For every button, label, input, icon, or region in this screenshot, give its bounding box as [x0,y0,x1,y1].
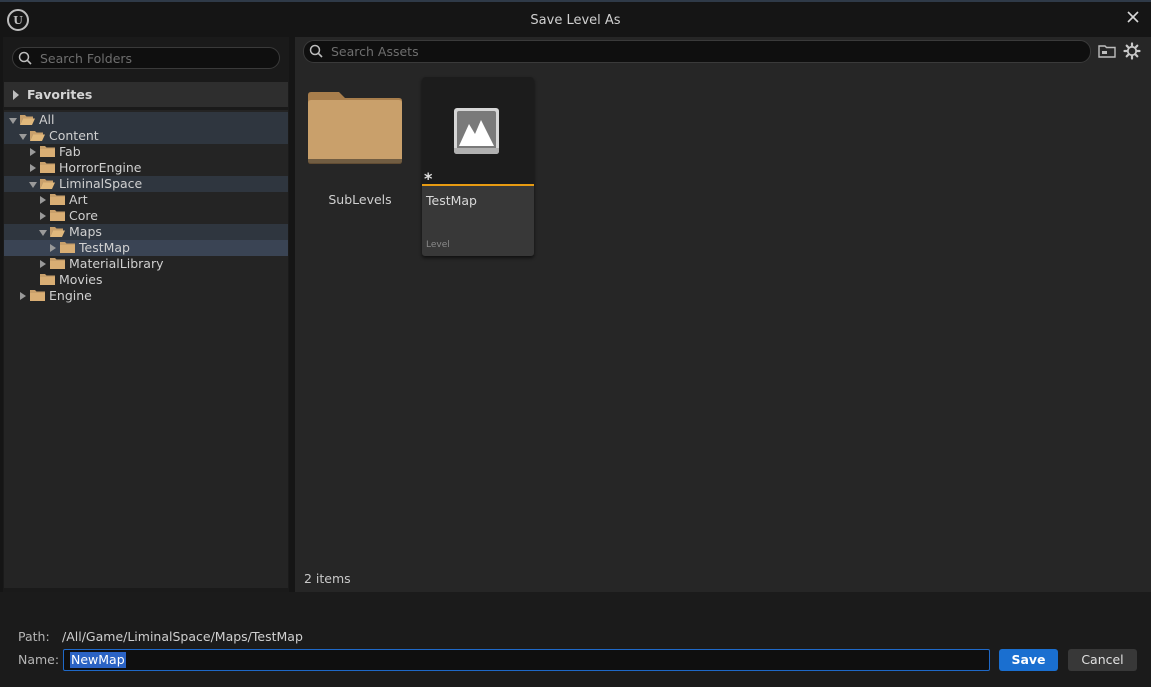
tree-item-art[interactable]: Art [4,192,288,208]
chevron-right-icon[interactable] [30,164,36,172]
chevron-down-icon[interactable] [39,230,47,236]
tree-item-materiallibrary[interactable]: MaterialLibrary [4,256,288,272]
search-assets-placeholder: Search Assets [331,44,419,59]
folder-icon [50,258,65,269]
tree-item-label: All [39,112,55,127]
tree-item-liminalspace[interactable]: LiminalSpace [4,176,288,192]
folder-view-icon[interactable] [1098,43,1116,59]
search-folders-input[interactable]: Search Folders [12,47,280,69]
tree-item-horrorengine[interactable]: HorrorEngine [4,160,288,176]
tree-item-engine[interactable]: Engine [4,288,288,304]
name-label: Name: [18,652,60,667]
cancel-button[interactable]: Cancel [1068,649,1137,671]
tree-item-testmap[interactable]: TestMap [4,240,288,256]
folder-icon [50,194,65,205]
asset-panel: Search Assets SubLevels * TestMap Level … [295,37,1151,592]
chevron-right-icon[interactable] [40,212,46,220]
close-icon[interactable] [1124,8,1142,26]
title-bar: U Save Level As [0,2,1151,35]
path-value: /All/Game/LiminalSpace/Maps/TestMap [62,629,303,644]
chevron-right-icon[interactable] [13,90,19,100]
save-footer: Path: /All/Game/LiminalSpace/Maps/TestMa… [0,592,1151,687]
tree-item-fab[interactable]: Fab [4,144,288,160]
folder-icon [30,290,45,301]
chevron-right-icon[interactable] [40,260,46,268]
window-title: Save Level As [530,13,621,28]
tree-item-label: HorrorEngine [59,160,142,175]
folder-open-icon [30,131,45,141]
folder-tree: All Content Fab HorrorEngine LiminalSpac… [4,110,288,588]
folder-icon [40,146,55,157]
folder-icon [50,210,65,221]
search-folders-placeholder: Search Folders [40,51,133,66]
asset-type-color-bar [422,184,534,186]
tree-item-label: Fab [59,144,81,159]
chevron-down-icon[interactable] [19,134,27,140]
asset-thumbnail: * [422,77,534,188]
gear-icon[interactable] [1123,42,1141,60]
tree-item-maps[interactable]: Maps [4,224,288,240]
folder-open-icon [40,179,55,189]
search-icon [309,44,323,58]
tree-item-label: Art [69,192,88,207]
tree-item-content[interactable]: Content [4,128,288,144]
chevron-right-icon[interactable] [50,244,56,252]
folder-icon [60,242,75,253]
item-count: 2 items [304,571,351,586]
tree-item-label: Core [69,208,98,223]
tree-item-label: Engine [49,288,92,303]
search-assets-input[interactable]: Search Assets [303,40,1091,63]
sublevels-folder-icon[interactable] [305,89,405,165]
name-input[interactable] [63,649,990,671]
tree-item-core[interactable]: Core [4,208,288,224]
asset-type-label: Level [426,240,450,250]
tree-item-label: Content [49,128,99,143]
favorites-label: Favorites [27,87,93,102]
testmap-asset-tile[interactable]: * TestMap Level [422,77,534,256]
level-map-icon [454,108,499,154]
chevron-right-icon[interactable] [20,292,26,300]
sublevels-folder-label[interactable]: SubLevels [305,192,415,207]
folder-open-icon [20,115,35,125]
folder-icon [40,162,55,173]
save-button[interactable]: Save [999,649,1058,671]
folder-open-icon [50,227,65,237]
chevron-down-icon[interactable] [9,118,17,124]
chevron-down-icon[interactable] [29,182,37,188]
tree-item-label: TestMap [79,240,130,255]
search-icon [18,51,32,65]
folder-panel: Search Folders Favorites All Content Fab… [3,37,289,592]
asset-name: TestMap [426,193,477,208]
tree-item-movies[interactable]: Movies [4,272,288,288]
tree-item-label: MaterialLibrary [69,256,164,271]
favorites-section[interactable]: Favorites [4,82,288,107]
chevron-right-icon[interactable] [30,148,36,156]
tree-item-all[interactable]: All [4,112,288,128]
chevron-right-icon[interactable] [40,196,46,204]
tree-item-label: Movies [59,272,103,287]
folder-icon [40,274,55,285]
tree-item-label: LiminalSpace [59,176,143,191]
tree-item-label: Maps [69,224,102,239]
path-label: Path: [18,629,50,644]
